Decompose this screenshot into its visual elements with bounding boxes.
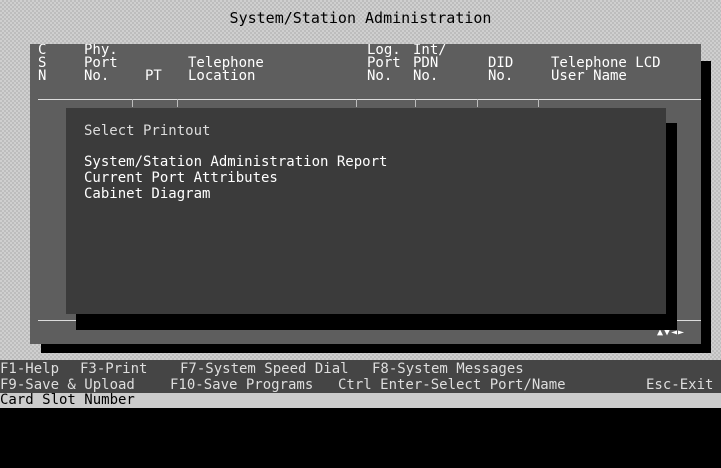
column-divider — [538, 99, 539, 107]
printout-option-cabinet-diagram[interactable]: Cabinet Diagram — [84, 187, 210, 202]
f9-save-upload-key[interactable]: F9-Save & Upload — [0, 378, 135, 393]
window-title: System/Station Administration — [229, 9, 492, 27]
select-printout-dialog: Select Printout System/Station Administr… — [66, 108, 666, 314]
column-header-csn: C S N — [38, 44, 47, 84]
ctrl-enter-select-key[interactable]: Ctrl Enter-Select Port/Name — [338, 378, 566, 393]
f7-speed-dial-key[interactable]: F7-System Speed Dial — [180, 362, 349, 377]
column-divider — [132, 99, 133, 107]
app-screen: System/Station Administration C S N Phy.… — [0, 0, 721, 408]
printout-option-port-attributes[interactable]: Current Port Attributes — [84, 171, 278, 186]
column-header-pt: PT — [145, 68, 162, 84]
column-header-lcd-user-name: Telephone LCD User Name — [551, 55, 661, 84]
column-header-log-port: Log. Port No. — [367, 44, 401, 84]
column-divider — [356, 99, 357, 107]
function-key-row: F1-Help F3-Print F7-System Speed Dial F8… — [0, 362, 721, 377]
function-key-row: F9-Save & Upload F10-Save Programs Ctrl … — [0, 378, 721, 393]
column-header-int-pdn: Int/ PDN No. — [413, 44, 447, 84]
f1-help-key[interactable]: F1-Help — [0, 362, 59, 377]
f10-save-programs-key[interactable]: F10-Save Programs — [170, 378, 313, 393]
dialog-title: Select Printout — [84, 123, 211, 139]
f3-print-key[interactable]: F3-Print — [80, 362, 147, 377]
column-divider — [415, 99, 416, 107]
column-divider — [477, 99, 478, 107]
esc-exit-key[interactable]: Esc-Exit — [646, 378, 713, 393]
column-divider — [177, 99, 178, 107]
printout-option-admin-report[interactable]: System/Station Administration Report — [84, 155, 387, 170]
header-divider — [38, 99, 701, 100]
column-header-telephone-location: Telephone Location — [188, 55, 264, 84]
column-header-phy-port: Phy. Port No. — [84, 44, 118, 84]
column-header-did: DID No. — [488, 55, 514, 84]
status-bar: Card Slot Number — [0, 393, 721, 408]
f8-system-messages-key[interactable]: F8-System Messages — [372, 362, 524, 377]
